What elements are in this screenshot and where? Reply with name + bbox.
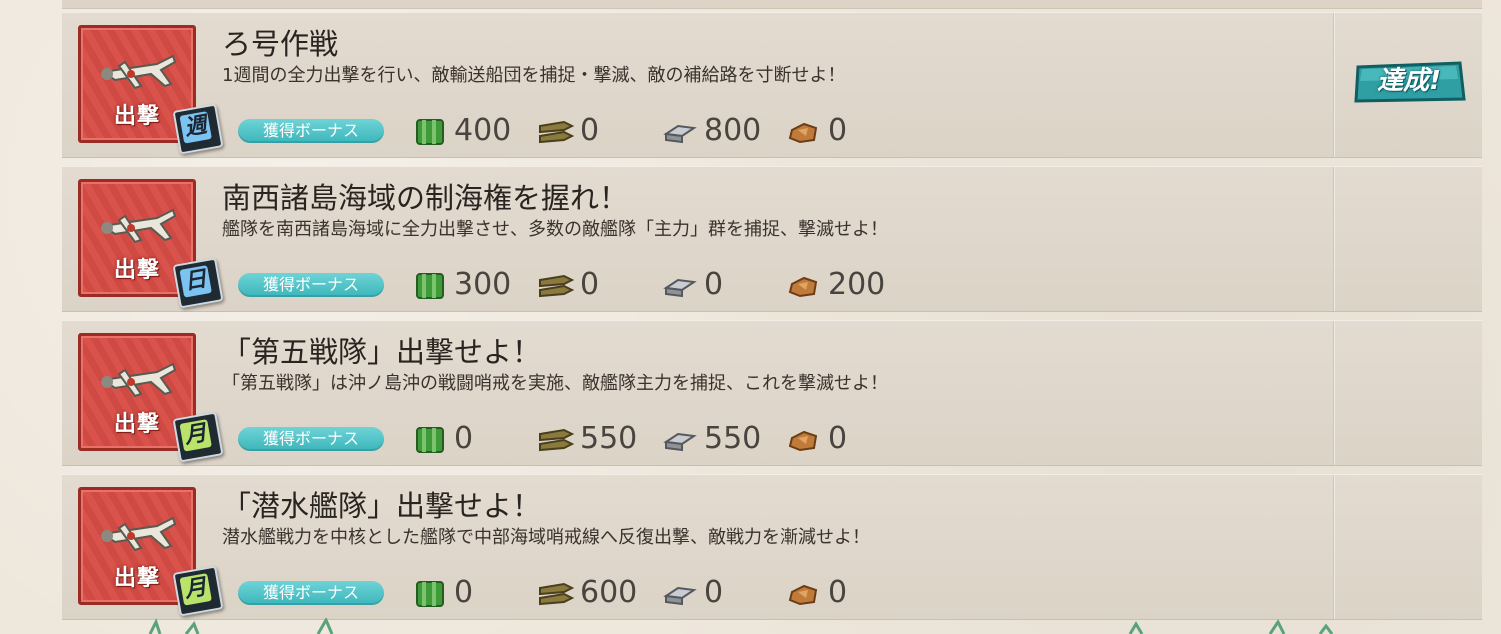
steel-value: 0 xyxy=(704,575,724,610)
fuel-value: 400 xyxy=(454,113,512,148)
bauxite-value: 0 xyxy=(828,113,848,148)
frequency-label: 週 xyxy=(179,111,212,144)
column-divider-highlight xyxy=(1334,13,1335,157)
fuel-icon xyxy=(416,581,444,607)
quest-row[interactable]: 出撃 週 ろ号作戦 1週間の全力出撃を行い、敵輸送船団を捕捉・撃滅、敵の補給路を… xyxy=(62,12,1482,158)
quest-row[interactable]: 出撃 日 南西諸島海域の制海権を握れ！ 艦隊を南西諸島海域に全力出撃させ、多数の… xyxy=(62,166,1482,312)
fuel-icon xyxy=(416,273,444,299)
fuel-icon xyxy=(416,119,444,145)
column-divider-highlight xyxy=(1334,167,1335,311)
fuel-value: 0 xyxy=(454,575,474,610)
frequency-tag: 月 xyxy=(172,565,224,617)
bauxite-icon xyxy=(788,584,818,606)
frequency-label: 日 xyxy=(179,265,212,298)
bauxite-icon xyxy=(788,430,818,452)
bonus-label: 獲得ボーナス xyxy=(238,119,384,143)
ammo-value: 0 xyxy=(580,113,600,148)
plane-icon xyxy=(100,516,177,552)
ammo-icon xyxy=(539,120,574,144)
frequency-tag: 日 xyxy=(172,257,224,309)
fuel-value: 0 xyxy=(454,421,474,456)
quest-description: 1週間の全力出撃を行い、敵輸送船団を捕捉・撃滅、敵の補給路を寸断せよ！ xyxy=(222,65,846,86)
complete-label: 達成! xyxy=(1377,66,1441,96)
ammo-value: 600 xyxy=(580,575,638,610)
bonus-label: 獲得ボーナス xyxy=(238,273,384,297)
ammo-icon xyxy=(539,428,574,452)
steel-value: 550 xyxy=(704,421,762,456)
bauxite-value: 0 xyxy=(828,575,848,610)
bauxite-icon xyxy=(788,276,818,298)
quest-description: 潜水艦戦力を中核とした艦隊で中部海域哨戒線へ反復出撃、敵戦力を漸減せよ！ xyxy=(222,527,870,548)
bonus-label: 獲得ボーナス xyxy=(238,581,384,605)
quest-title: 南西諸島海域の制海権を握れ！ xyxy=(222,181,629,215)
fuel-value: 300 xyxy=(454,267,512,302)
frequency-label: 月 xyxy=(179,419,212,452)
previous-quest-row-edge xyxy=(62,0,1482,9)
quest-description: 艦隊を南西諸島海域に全力出撃させ、多数の敵艦隊「主力」群を捕捉、撃滅せよ！ xyxy=(222,219,888,240)
ammo-value: 550 xyxy=(580,421,638,456)
steel-icon xyxy=(663,586,697,606)
ammo-icon xyxy=(539,274,574,298)
fuel-icon xyxy=(416,427,444,453)
quest-row[interactable]: 出撃 月 「潜水艦隊」出撃せよ！ 潜水艦戦力を中核とした艦隊で中部海域哨戒線へ反… xyxy=(62,474,1482,620)
column-divider-highlight xyxy=(1334,475,1335,619)
steel-icon xyxy=(663,278,697,298)
quest-row[interactable]: 出撃 月 「第五戦隊」出撃せよ！ 「第五戦隊」は沖ノ島沖の戦闘哨戒を実施、敵艦隊… xyxy=(62,320,1482,466)
bottom-foliage-decoration xyxy=(148,618,1334,634)
quest-title: 「第五戦隊」出撃せよ！ xyxy=(222,335,542,369)
ammo-icon xyxy=(539,582,574,606)
complete-badge[interactable]: 達成! xyxy=(1352,59,1466,105)
bauxite-icon xyxy=(788,122,818,144)
frequency-tag: 月 xyxy=(172,411,224,463)
steel-icon xyxy=(663,432,697,452)
quest-title: ろ号作戦 xyxy=(222,27,339,61)
steel-icon xyxy=(663,124,697,144)
quest-title: 「潜水艦隊」出撃せよ！ xyxy=(222,489,542,523)
quest-description: 「第五戦隊」は沖ノ島沖の戦闘哨戒を実施、敵艦隊主力を捕捉、これを撃滅せよ！ xyxy=(222,373,888,394)
plane-icon xyxy=(100,54,177,90)
bauxite-value: 200 xyxy=(828,267,886,302)
bonus-label: 獲得ボーナス xyxy=(238,427,384,451)
frequency-tag: 週 xyxy=(172,103,224,155)
plane-icon xyxy=(100,362,177,398)
steel-value: 0 xyxy=(704,267,724,302)
plane-icon xyxy=(100,208,177,244)
frequency-label: 月 xyxy=(179,573,212,606)
column-divider-highlight xyxy=(1334,321,1335,465)
ammo-value: 0 xyxy=(580,267,600,302)
steel-value: 800 xyxy=(704,113,762,148)
bauxite-value: 0 xyxy=(828,421,848,456)
